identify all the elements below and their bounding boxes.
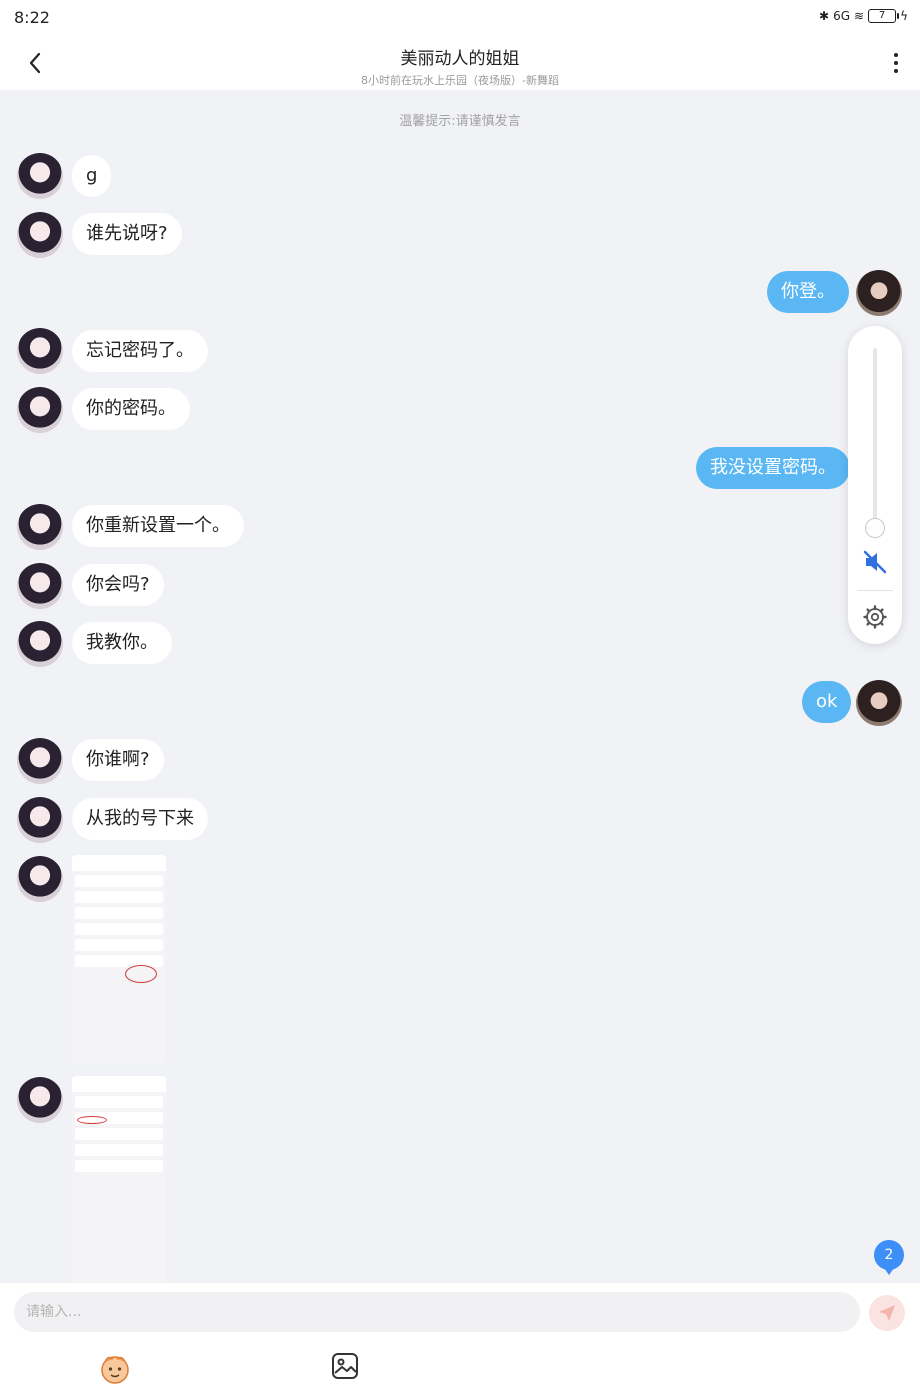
volume-panel: [848, 326, 902, 644]
annotation-underline: [77, 1116, 107, 1124]
avatar[interactable]: [17, 328, 63, 374]
message-bubble[interactable]: ok: [802, 681, 852, 723]
status-icons: ✱ 6G ≋ 7 ϟ: [819, 9, 908, 23]
message-bubble[interactable]: 从我的号下来: [72, 798, 208, 840]
message-bubble[interactable]: 你登。: [767, 271, 849, 313]
unread-badge[interactable]: 2: [874, 1240, 904, 1275]
safety-notice: 温馨提示:请谨慎发言: [399, 114, 521, 129]
chat-header: 美丽动人的姐姐 8小时前在玩水上乐园（夜场版）-新舞蹈: [0, 36, 920, 90]
avatar[interactable]: [17, 621, 63, 667]
annotation-circle: [125, 965, 157, 983]
emoji-icon[interactable]: [98, 1352, 132, 1386]
avatar[interactable]: [856, 270, 902, 316]
avatar[interactable]: [17, 738, 63, 784]
wifi-icon: ≋: [854, 9, 865, 23]
more-icon: [894, 53, 898, 57]
message-bubble[interactable]: 我没设置密码。: [696, 447, 850, 489]
volume-slider-track[interactable]: [873, 348, 877, 526]
avatar[interactable]: [17, 797, 63, 843]
image-message[interactable]: [72, 855, 166, 1063]
message-bubble[interactable]: 忘记密码了。: [72, 330, 208, 372]
avatar[interactable]: [17, 504, 63, 550]
status-bar: 8:22 ✱ 6G ≋ 7 ϟ: [0, 0, 920, 36]
avatar[interactable]: [17, 153, 63, 199]
avatar[interactable]: [856, 680, 902, 726]
send-button[interactable]: [869, 1295, 905, 1331]
message-bubble[interactable]: 你会吗?: [72, 564, 164, 606]
status-time: 8:22: [14, 8, 50, 27]
image-icon[interactable]: [330, 1351, 360, 1381]
title-block: 美丽动人的姐姐 8小时前在玩水上乐园（夜场版）-新舞蹈: [0, 44, 920, 88]
message-bubble[interactable]: g: [72, 155, 112, 197]
more-button[interactable]: [886, 48, 906, 78]
send-icon: [879, 1305, 895, 1321]
composer: [0, 1283, 920, 1400]
volume-mute-icon[interactable]: [861, 548, 889, 576]
message-input[interactable]: [14, 1292, 860, 1332]
chat-subtitle: 8小时前在玩水上乐园（夜场版）-新舞蹈: [361, 74, 559, 87]
image-message[interactable]: [72, 1076, 166, 1282]
battery-icon: 7: [868, 9, 900, 23]
settings-gear-icon[interactable]: [862, 604, 888, 630]
avatar[interactable]: [17, 856, 63, 902]
avatar[interactable]: [17, 387, 63, 433]
divider: [857, 590, 893, 591]
bluetooth-icon: ✱: [819, 9, 830, 23]
avatar[interactable]: [17, 1077, 63, 1123]
message-bubble[interactable]: 你谁啊?: [72, 739, 164, 781]
message-bubble[interactable]: 你重新设置一个。: [72, 505, 244, 547]
charging-icon: ϟ: [900, 9, 908, 23]
signal-label: 6G: [833, 9, 851, 23]
avatar[interactable]: [17, 212, 63, 258]
volume-slider-knob[interactable]: [865, 518, 885, 538]
message-bubble[interactable]: 你的密码。: [72, 388, 190, 430]
chat-title: 美丽动人的姐姐: [400, 49, 520, 69]
message-bubble[interactable]: 谁先说呀?: [72, 213, 182, 255]
avatar[interactable]: [17, 563, 63, 609]
message-bubble[interactable]: 我教你。: [72, 622, 172, 664]
